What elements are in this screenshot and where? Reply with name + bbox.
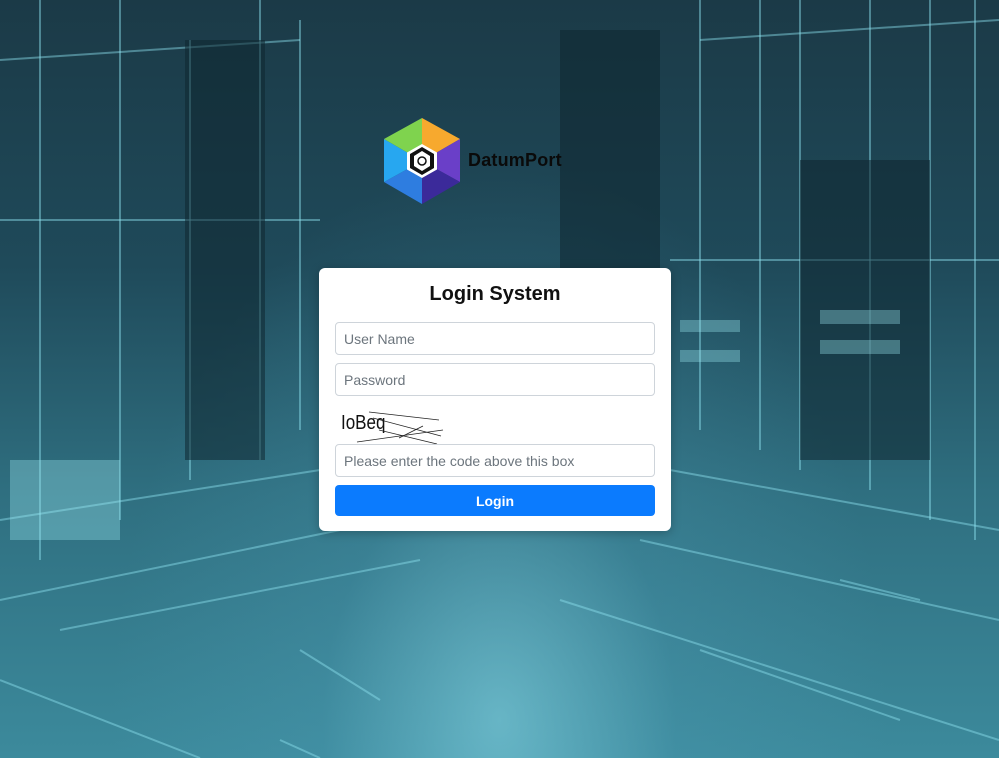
- captcha-image: IoBeq: [339, 408, 449, 444]
- captcha-noise-lines: [356, 411, 444, 444]
- username-input[interactable]: [335, 322, 655, 355]
- captcha-code-input[interactable]: [335, 444, 655, 477]
- login-button[interactable]: Login: [335, 485, 655, 516]
- login-title: Login System: [429, 283, 561, 305]
- hexagon-logo-icon: [384, 118, 460, 204]
- brand-name: DatumPort: [468, 150, 562, 170]
- login-card: Login System IoBeq Login: [319, 268, 671, 531]
- brand-logo: DatumPort: [384, 118, 584, 208]
- password-input[interactable]: [335, 363, 655, 396]
